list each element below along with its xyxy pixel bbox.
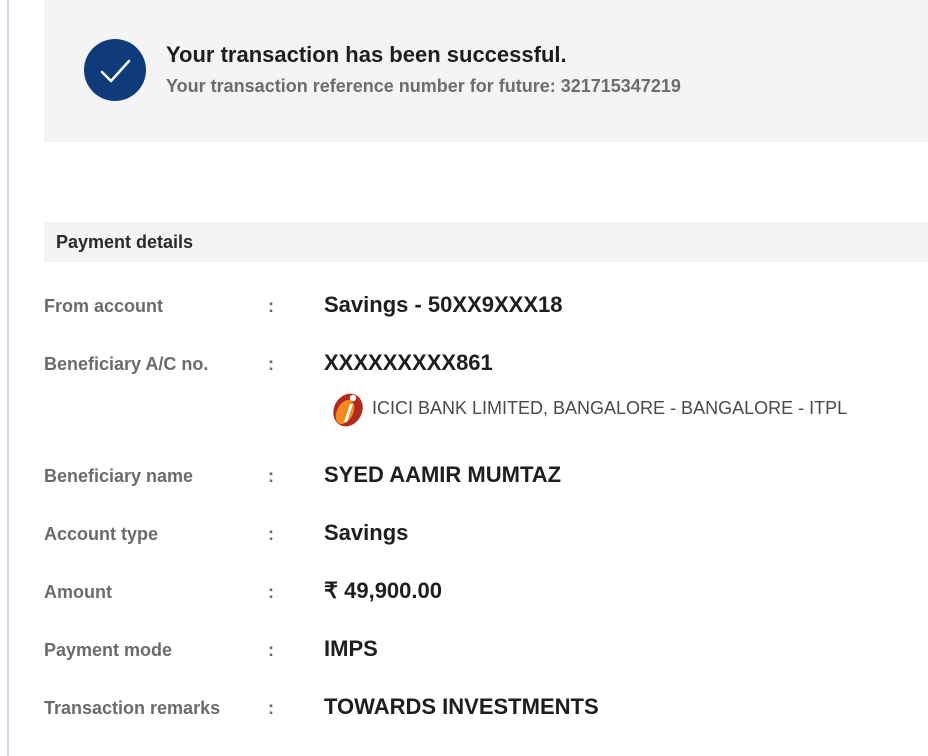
detail-row-account-type: Account type : Savings [0,520,928,550]
success-title: Your transaction has been successful. [166,42,567,67]
detail-value: TOWARDS INVESTMENTS [324,694,599,719]
detail-label: From account [44,296,164,316]
detail-row-transaction-remarks: Transaction remarks : TOWARDS INVESTMENT… [0,694,928,724]
icici-bank-logo [333,393,363,427]
beneficiary-bank: ICICI BANK LIMITED, BANGALORE - BANGALOR… [326,389,926,429]
detail-separator: : [268,640,274,660]
detail-separator: : [268,354,274,374]
success-banner: Your transaction has been successful. Yo… [44,0,928,142]
detail-value: XXXXXXXXX861 [324,350,493,375]
detail-value: SYED AAMIR MUMTAZ [324,462,562,487]
detail-separator: : [268,466,274,486]
detail-separator: : [268,582,274,602]
detail-separator: : [268,296,274,316]
detail-row-beneficiary-account: Beneficiary A/C no. : XXXXXXXXX861 [0,350,928,380]
check-circle-icon [84,39,146,101]
detail-row-from-account: From account : Savings - 50XX9XXX18 [0,292,928,322]
section-title: Payment details [56,232,194,252]
detail-value: ₹ 49,900.00 [324,578,442,603]
detail-label: Payment mode [44,640,173,660]
detail-label: Transaction remarks [44,698,221,718]
detail-separator: : [268,698,274,718]
detail-separator: : [268,524,274,544]
transaction-reference: Your transaction reference number for fu… [166,76,681,96]
detail-label: Beneficiary name [44,466,194,486]
detail-row-amount: Amount : ₹ 49,900.00 [0,578,928,608]
payment-details-header: Payment details [44,222,928,262]
detail-label: Account type [44,524,159,544]
detail-label: Amount [44,582,112,602]
detail-row-beneficiary-name: Beneficiary name : SYED AAMIR MUMTAZ [0,462,928,492]
detail-row-payment-mode: Payment mode : IMPS [0,636,928,666]
detail-value: Savings [324,520,409,545]
bank-name: ICICI BANK LIMITED, BANGALORE - BANGALOR… [372,398,848,418]
detail-value: IMPS [324,636,378,661]
detail-value: Savings - 50XX9XXX18 [324,292,563,317]
detail-label: Beneficiary A/C no. [44,354,209,374]
